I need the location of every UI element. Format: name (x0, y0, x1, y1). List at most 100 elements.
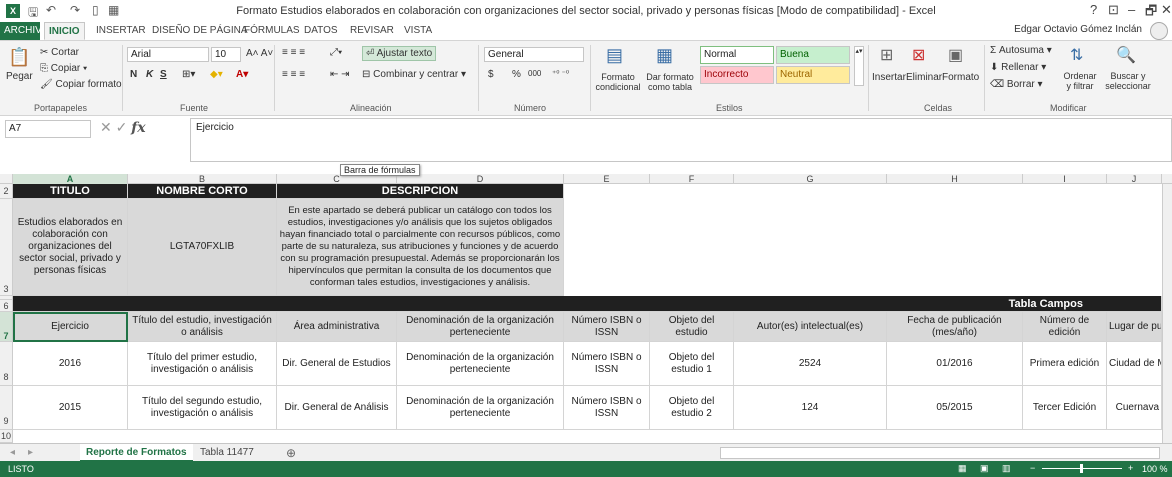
table-cell[interactable]: Denominación de la organización pertenec… (397, 386, 564, 430)
sheet-tab-reporte[interactable]: Reporte de Formatos (80, 444, 193, 462)
ribbon-options-icon[interactable]: ⊡ (1108, 2, 1119, 18)
help-icon[interactable]: ? (1090, 2, 1097, 17)
avatar[interactable] (1150, 22, 1168, 40)
tab-vista[interactable]: VISTA (400, 22, 436, 40)
wrap-text-button[interactable]: ⏎ Ajustar texto (362, 46, 437, 61)
sheet-prev-icon[interactable]: ◂ (4, 444, 21, 462)
insert-cells-button[interactable]: Insertar (872, 72, 906, 83)
row-header-10[interactable]: 10 (0, 430, 13, 443)
clear-button[interactable]: ⌫ Borrar ▾ (990, 79, 1043, 90)
row-header-7[interactable]: 7 (0, 312, 13, 342)
style-good[interactable]: Buena (776, 46, 850, 64)
autosum-button[interactable]: Σ Autosuma ▾ (990, 45, 1052, 56)
vertical-scrollbar[interactable] (1162, 174, 1172, 184)
table-cell[interactable]: 01/2016 (887, 342, 1023, 386)
zoom-level[interactable]: 100 % (1142, 464, 1168, 474)
indent-icons[interactable]: ⇤ ⇥ (330, 69, 350, 80)
find-select-icon[interactable]: 🔍 (1116, 45, 1136, 65)
name-box[interactable]: A7 (5, 120, 91, 138)
italic-button[interactable]: K (146, 69, 153, 80)
cell-description-header[interactable]: DESCRIPCION (277, 184, 564, 199)
user-name[interactable]: Edgar Octavio Gómez Inclán (1014, 24, 1142, 35)
tab-archivo[interactable]: ARCHIVO (0, 22, 50, 40)
row-header-9[interactable]: 9 (0, 386, 13, 430)
style-bad[interactable]: Incorrecto (700, 66, 774, 84)
column-header-b[interactable]: B (128, 174, 277, 184)
cell-short-name-value[interactable]: LGTA70FXLIB (128, 199, 277, 296)
column-header-j[interactable]: J (1107, 174, 1162, 184)
sort-filter-button[interactable]: Ordenar y filtrar (1060, 71, 1100, 91)
tab-diseno-pagina[interactable]: DISEÑO DE PÁGINA (148, 22, 252, 40)
field-header[interactable]: Fecha de publicación (mes/año) (887, 312, 1023, 342)
sort-filter-icon[interactable]: ⇅ (1070, 45, 1083, 65)
close-icon[interactable]: ✕ (1161, 2, 1172, 18)
tab-inicio[interactable]: INICIO (44, 22, 85, 40)
field-header[interactable]: Número de edición (1023, 312, 1107, 342)
table-cell[interactable]: 124 (734, 386, 887, 430)
column-header-a[interactable]: A (13, 174, 128, 184)
conditional-format-button[interactable]: Formato condicional (594, 72, 642, 92)
align-horizontal-icons[interactable]: ≡ ≡ ≡ (282, 69, 305, 80)
field-header[interactable]: Área administrativa (277, 312, 397, 342)
normal-view-icon[interactable]: ▦ (958, 463, 967, 474)
currency-button[interactable]: $ (488, 69, 494, 80)
zoom-out-icon[interactable]: − (1030, 463, 1035, 473)
formula-input[interactable]: Ejercicio (190, 118, 1172, 162)
table-cell[interactable]: Dir. General de Análisis (277, 386, 397, 430)
bold-button[interactable]: N (130, 69, 137, 80)
tab-insertar[interactable]: INSERTAR (92, 22, 150, 40)
table-cell[interactable]: Título del segundo estudio, investigació… (128, 386, 277, 430)
table-cell[interactable]: Objeto del estudio 2 (650, 386, 734, 430)
select-all-corner[interactable] (0, 174, 13, 184)
fill-color-icon[interactable]: ◆▾ (210, 69, 223, 80)
copy-button[interactable]: ⎘ Copiar ▾ (40, 63, 87, 74)
insert-cells-icon[interactable]: ⊞ (880, 45, 893, 65)
field-header[interactable]: Título del estudio, investigación o anál… (128, 312, 277, 342)
cut-button[interactable]: ✂ Cortar (40, 47, 79, 58)
align-top-icons[interactable]: ≡ ≡ ≡ (282, 47, 305, 58)
table-cell[interactable]: Objeto del estudio 1 (650, 342, 734, 386)
restore-icon[interactable]: 🗗 (1145, 2, 1157, 24)
column-header-d[interactable]: D (397, 174, 564, 184)
row-header-3[interactable]: 3 (0, 199, 13, 296)
row-header-6[interactable]: 6 (0, 300, 13, 312)
zoom-slider-handle[interactable] (1080, 464, 1083, 473)
format-cells-icon[interactable]: ▣ (948, 45, 963, 65)
percent-button[interactable]: % (512, 69, 521, 80)
fx-icon[interactable]: fx (131, 120, 145, 136)
sheet-tab-tabla[interactable]: Tabla 11477 (194, 444, 260, 462)
font-color-icon[interactable]: A▾ (236, 69, 248, 80)
format-cells-button[interactable]: Formato (942, 72, 979, 83)
column-header-h[interactable]: H (887, 174, 1023, 184)
number-format-select[interactable]: General (484, 47, 584, 62)
style-neutral[interactable]: Neutral (776, 66, 850, 84)
row-header-2[interactable]: 2 (0, 184, 13, 199)
field-header[interactable]: Autor(es) intelectual(es) (734, 312, 887, 342)
fill-button[interactable]: ⬇ Rellenar ▾ (990, 62, 1046, 73)
table-cell[interactable]: Título del primer estudio, investigación… (128, 342, 277, 386)
tab-revisar[interactable]: REVISAR (346, 22, 398, 40)
cell-title-value[interactable]: Estudios elaborados en colaboración con … (13, 199, 128, 296)
table-cell[interactable]: Tercer Edición (1023, 386, 1107, 430)
cell-a7-selected[interactable]: Ejercicio (13, 312, 128, 342)
enter-icon[interactable]: ✓ (116, 119, 128, 135)
decimal-icons[interactable]: ⁺⁰ ⁻⁰ (552, 69, 569, 78)
conditional-format-icon[interactable]: ▤ (606, 45, 623, 66)
delete-cells-button[interactable]: Eliminar (906, 72, 942, 83)
table-cell[interactable]: Primera edición (1023, 342, 1107, 386)
vertical-scrollbar-track[interactable] (1162, 184, 1172, 443)
column-header-f[interactable]: F (650, 174, 734, 184)
table-cell[interactable]: Dir. General de Estudios (277, 342, 397, 386)
row-header-8[interactable]: 8 (0, 342, 13, 386)
sheet-next-icon[interactable]: ▸ (22, 444, 39, 462)
column-header-g[interactable]: G (734, 174, 887, 184)
table-cell[interactable]: 05/2015 (887, 386, 1023, 430)
underline-button[interactable]: S (160, 69, 167, 80)
merge-center-button[interactable]: ⊟ Combinar y centrar ▾ (362, 69, 466, 80)
minimize-icon[interactable]: – (1128, 2, 1135, 17)
table-cell[interactable]: 2015 (13, 386, 128, 430)
page-break-icon[interactable]: ▥ (1002, 463, 1011, 474)
horizontal-scrollbar[interactable] (720, 447, 1160, 459)
font-grow-shrink-icon[interactable]: A˄ A˅ (246, 48, 273, 59)
add-sheet-icon[interactable]: ⊕ (280, 444, 302, 462)
